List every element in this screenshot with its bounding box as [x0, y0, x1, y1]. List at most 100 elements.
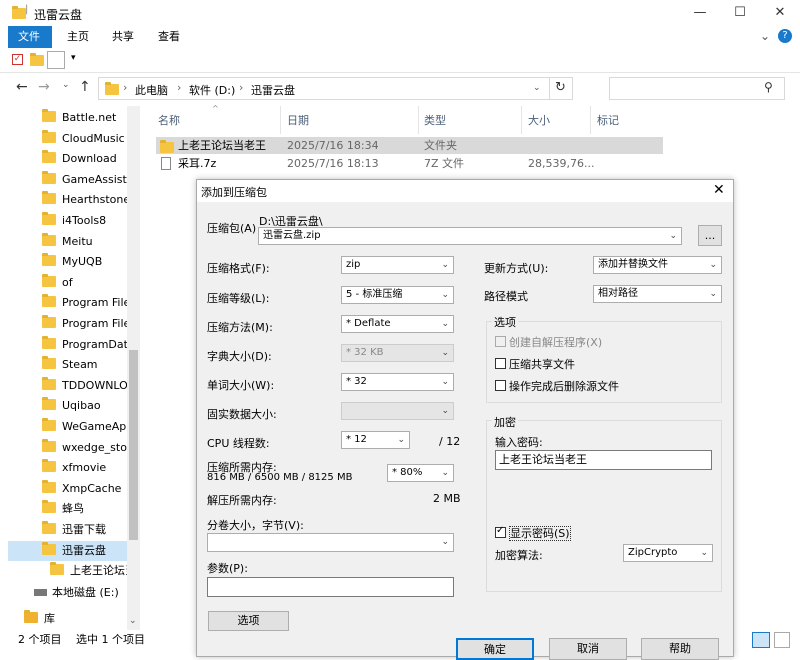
- word-select[interactable]: * 32 ⌄: [341, 373, 454, 391]
- sidebar-item[interactable]: i4Tools8: [42, 211, 106, 231]
- cpu-select[interactable]: * 12 ⌄: [341, 431, 410, 449]
- sidebar-item[interactable]: Program Files: [42, 293, 136, 313]
- tab-file[interactable]: 文件: [8, 26, 52, 48]
- sidebar-item[interactable]: MyUQB: [42, 252, 102, 272]
- archive-name-combo[interactable]: 迅雷云盘.zip ⌄: [258, 227, 682, 245]
- file-row[interactable]: 上老王论坛当老王 2025/7/16 18:34 文件夹: [156, 137, 663, 154]
- breadcrumb-current[interactable]: 迅雷云盘: [251, 82, 295, 98]
- sidebar-item[interactable]: TDDOWNLOA: [42, 376, 135, 396]
- dialog-close-button[interactable]: ✕: [713, 182, 725, 198]
- shared-label: 压缩共享文件: [509, 358, 575, 371]
- chevron-down-icon: ⌄: [709, 260, 717, 270]
- maximize-button[interactable]: ☐: [720, 0, 760, 26]
- sidebar-item[interactable]: 迅雷云盘: [8, 540, 132, 561]
- details-view-icon[interactable]: [752, 632, 770, 648]
- sidebar-item[interactable]: 迅雷下载: [42, 520, 106, 540]
- sidebar-item[interactable]: xfmovie: [42, 458, 106, 478]
- sidebar-item[interactable]: Battle.net: [42, 108, 116, 128]
- ribbon-expand-icon[interactable]: ⌄: [760, 29, 770, 43]
- sidebar-item[interactable]: WeGameApp: [42, 417, 133, 437]
- checkbox-icon[interactable]: [495, 525, 506, 538]
- address-dropdown-icon[interactable]: ⌄: [533, 83, 541, 93]
- file-name: 采耳.7z: [178, 157, 217, 170]
- drive-icon: [34, 589, 47, 597]
- divider: [0, 72, 800, 73]
- password-input[interactable]: 上老王论坛当老王: [495, 450, 712, 470]
- column-type[interactable]: 类型: [424, 112, 446, 130]
- sidebar-item[interactable]: CloudMusic: [42, 129, 125, 149]
- sidebar-item[interactable]: Download: [42, 149, 117, 169]
- search-input[interactable]: ⚲: [609, 77, 785, 100]
- breadcrumb-this-pc[interactable]: 此电脑: [135, 82, 168, 98]
- forward-icon[interactable]: →: [38, 79, 50, 95]
- format-select[interactable]: zip ⌄: [341, 256, 454, 274]
- column-size[interactable]: 大小: [528, 112, 550, 130]
- split-select[interactable]: ⌄: [207, 533, 454, 552]
- sidebar-item[interactable]: Uqibao: [42, 396, 101, 416]
- params-input[interactable]: [207, 577, 454, 597]
- qat-blank-icon[interactable]: [47, 51, 65, 69]
- scroll-down-icon[interactable]: ⌄: [129, 616, 137, 626]
- checkbox-icon[interactable]: [495, 358, 506, 369]
- new-folder-icon[interactable]: [30, 53, 44, 66]
- file-type: 文件夹: [424, 139, 457, 152]
- enc-method-select[interactable]: ZipCrypto ⌄: [623, 544, 713, 562]
- sidebar-scrollbar[interactable]: ⌄: [127, 106, 140, 630]
- address-bar[interactable]: › 此电脑 › 软件 (D:) › 迅雷云盘 ⌄ ↻: [98, 77, 573, 100]
- tab-share[interactable]: 共享: [102, 26, 144, 48]
- show-password-label: 显示密码(S): [509, 526, 571, 541]
- sidebar-item[interactable]: Program Files: [42, 314, 136, 334]
- sidebar-item[interactable]: of: [42, 273, 73, 293]
- memory-select[interactable]: * 80% ⌄: [387, 464, 454, 482]
- column-tags[interactable]: 标记: [597, 112, 619, 130]
- refresh-icon[interactable]: ↻: [555, 80, 566, 95]
- level-select[interactable]: 5 - 标准压缩 ⌄: [341, 286, 454, 304]
- breadcrumb-drive-d[interactable]: 软件 (D:): [189, 82, 235, 98]
- sidebar-drive-e[interactable]: 本地磁盘 (E:): [34, 583, 119, 603]
- recent-dropdown-icon[interactable]: ⌄: [62, 80, 70, 90]
- sidebar-item[interactable]: Hearthstone: [42, 190, 130, 210]
- sidebar-item[interactable]: GameAssistar: [42, 170, 138, 190]
- close-button[interactable]: ✕: [760, 0, 800, 26]
- sidebar-item[interactable]: Meitu: [42, 232, 93, 252]
- sidebar-item[interactable]: XmpCache: [42, 479, 121, 499]
- tab-view[interactable]: 查看: [148, 26, 190, 48]
- minimize-button[interactable]: —: [680, 0, 720, 26]
- sidebar-item[interactable]: wxedge_stora: [42, 438, 138, 458]
- library-icon: [24, 610, 38, 624]
- browse-button[interactable]: ...: [698, 225, 722, 246]
- tab-home[interactable]: 主页: [57, 26, 99, 48]
- up-icon[interactable]: ↑: [79, 79, 91, 95]
- back-icon[interactable]: ←: [16, 79, 28, 95]
- checkbox-icon[interactable]: [495, 380, 506, 391]
- file-row[interactable]: 采耳.7z 2025/7/16 18:13 7Z 文件 28,539,76...: [156, 155, 663, 172]
- scrollbar-thumb[interactable]: [129, 350, 138, 540]
- method-select[interactable]: * Deflate ⌄: [341, 315, 454, 333]
- help-icon[interactable]: ?: [778, 29, 792, 43]
- sidebar-item-child[interactable]: 上老王论坛当: [50, 561, 136, 581]
- update-select[interactable]: 添加并替换文件 ⌄: [593, 256, 722, 274]
- path-select[interactable]: 相对路径 ⌄: [593, 285, 722, 303]
- qat-dropdown-icon[interactable]: ▾: [71, 53, 76, 63]
- shared-checkbox[interactable]: 压缩共享文件: [495, 356, 575, 372]
- sidebar-item[interactable]: ProgramData: [42, 335, 135, 355]
- sidebar-item[interactable]: Steam: [42, 355, 98, 375]
- column-date[interactable]: 日期: [287, 112, 309, 130]
- chevron-down-icon: ⌄: [700, 548, 708, 558]
- properties-icon[interactable]: ✓: [12, 54, 23, 65]
- tiles-view-icon[interactable]: [774, 632, 790, 648]
- column-name[interactable]: 名称: [158, 112, 180, 130]
- chevron-down-icon: ⌄: [441, 406, 449, 416]
- chevron-down-icon: ⌄: [669, 231, 677, 241]
- sidebar-item-label: 迅雷云盘: [62, 543, 106, 557]
- folder-icon: [42, 129, 56, 143]
- delete-checkbox[interactable]: 操作完成后删除源文件: [495, 378, 619, 394]
- show-password-checkbox[interactable]: 显示密码(S): [495, 525, 571, 541]
- cpu-max: / 12: [439, 435, 461, 448]
- sidebar-item[interactable]: 蜂鸟: [42, 499, 84, 519]
- options-button[interactable]: 选项: [208, 611, 289, 631]
- file-type: 7Z 文件: [424, 157, 465, 170]
- ribbon: 文件 主页 共享 查看 ⌄ ?: [0, 26, 800, 48]
- folder-icon: [42, 521, 56, 534]
- sidebar-libraries[interactable]: 库: [24, 609, 55, 629]
